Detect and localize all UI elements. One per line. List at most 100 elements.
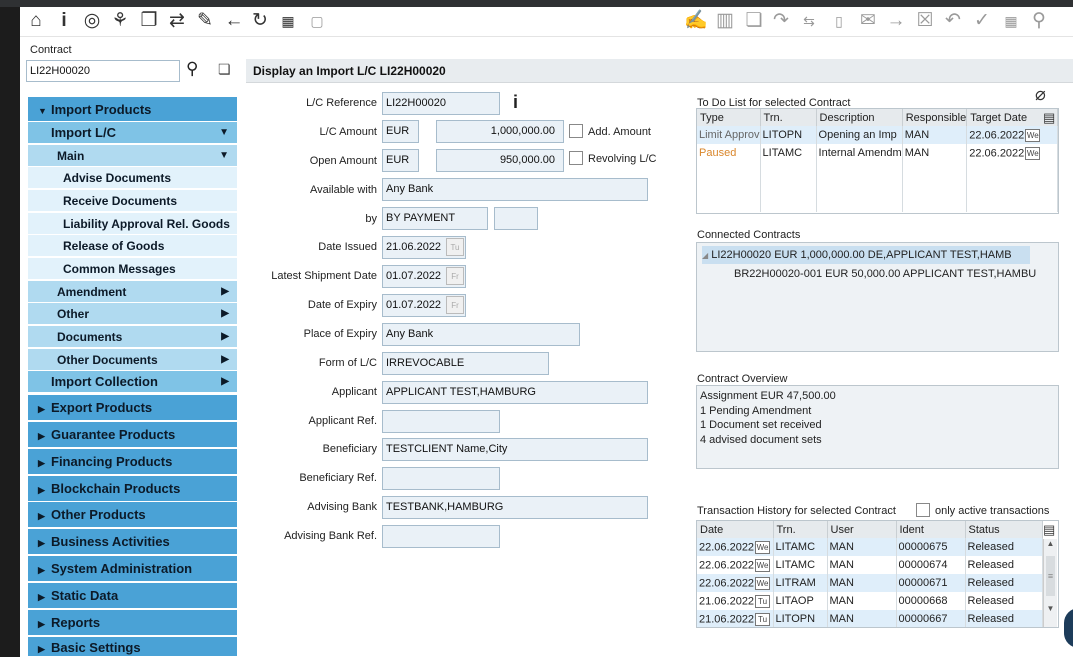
trash-icon[interactable]: ▥: [713, 10, 737, 32]
nav-blockchain-products[interactable]: ▶ Blockchain Products: [28, 476, 237, 502]
history-col-user[interactable]: User: [827, 521, 897, 538]
table-row[interactable]: 21.06.2022 Tu LITOPN MAN 00000667 Release…: [697, 610, 1043, 627]
nav-main[interactable]: Main ▼: [28, 145, 237, 167]
nav-advise-documents[interactable]: Advise Documents: [28, 167, 237, 189]
lc-reference-field[interactable]: LI22H00020: [382, 92, 500, 115]
nav-basic-settings[interactable]: ▶ Basic Settings: [28, 637, 237, 657]
nav-import-lc[interactable]: Import L/C ▼: [28, 122, 237, 144]
table-row[interactable]: Limit Approv LITOPN Opening an Imp MAN 2…: [697, 126, 1058, 144]
nav-system-administration[interactable]: ▶ System Administration: [28, 556, 237, 582]
doc-edit-icon[interactable]: ❏: [742, 10, 766, 32]
revolving-checkbox[interactable]: [569, 151, 583, 165]
history-scrollbar[interactable]: ▲ ≡ ▼: [1043, 539, 1057, 627]
collapse-triangle-icon[interactable]: ◢: [702, 251, 708, 260]
nav-other-documents[interactable]: Other Documents ▶: [28, 349, 237, 371]
flow-icon[interactable]: ⇄: [165, 10, 189, 32]
date-issued-calendar-icon[interactable]: Tu: [446, 238, 464, 256]
scroll-up-icon[interactable]: ▲: [1044, 539, 1057, 548]
todo-col-desc[interactable]: Description: [816, 109, 903, 126]
nav-business-activities[interactable]: ▶ Business Activities: [28, 529, 237, 555]
open-amount-field[interactable]: 950,000.00: [436, 149, 564, 172]
by-extra-field[interactable]: [494, 207, 538, 230]
table-row[interactable]: 22.06.2022 We LITAMC MAN 00000675 Release…: [697, 538, 1043, 556]
nav-reports[interactable]: ▶ Reports: [28, 610, 237, 636]
nav-import-collection[interactable]: Import Collection ▶: [28, 371, 237, 393]
nav-amendment[interactable]: Amendment ▶: [28, 281, 237, 303]
back-arrow-icon[interactable]: ←: [222, 10, 246, 32]
place-expiry-field[interactable]: Any Bank: [382, 323, 580, 346]
edit-icon[interactable]: ✎: [193, 10, 217, 32]
todo-col-resp[interactable]: Responsible: [902, 109, 968, 126]
beneficiary-field[interactable]: TESTCLIENT Name,City: [382, 438, 648, 461]
info-box-icon-right[interactable]: ▯: [827, 10, 851, 32]
history-col-status[interactable]: Status: [965, 521, 1043, 538]
nav-import-products[interactable]: ▼ Import Products: [28, 97, 237, 122]
refresh-icon[interactable]: ↻: [248, 10, 272, 32]
lc-amount-field[interactable]: 1,000,000.00: [436, 120, 564, 143]
calendar-icon-right[interactable]: ▦: [999, 10, 1023, 32]
nav-other-products[interactable]: ▶ Other Products: [28, 502, 237, 528]
latest-shipment-calendar-icon[interactable]: Fr: [446, 267, 464, 285]
calendar-icon: We: [755, 558, 771, 572]
only-active-checkbox[interactable]: [916, 503, 930, 517]
todo-col-trn[interactable]: Trn.: [760, 109, 817, 126]
info-icon[interactable]: i: [52, 10, 76, 32]
nav-other[interactable]: Other ▶: [28, 303, 237, 325]
scroll-thumb[interactable]: ≡: [1046, 556, 1055, 596]
by-field[interactable]: BY PAYMENT: [382, 207, 488, 230]
nav-release-goods[interactable]: Release of Goods: [28, 235, 237, 257]
nav-export-products[interactable]: ▶ Export Products: [28, 395, 237, 421]
todo-col-type[interactable]: Type: [697, 109, 761, 126]
paperclip-icon[interactable]: ⌀: [1035, 84, 1046, 105]
applicant-field[interactable]: APPLICANT TEST,HAMBURG: [382, 381, 648, 404]
info-box-icon[interactable]: ▢: [305, 10, 329, 32]
undo-icon[interactable]: ↶: [941, 10, 965, 32]
swirl-icon[interactable]: ◎: [80, 10, 104, 32]
calendar-icon[interactable]: ▦: [276, 10, 300, 32]
nav-documents[interactable]: Documents ▶: [28, 326, 237, 348]
available-with-field[interactable]: Any Bank: [382, 178, 648, 201]
nav-static-data[interactable]: ▶ Static Data: [28, 583, 237, 609]
book-icon[interactable]: ❐: [137, 10, 161, 32]
tree-node-child[interactable]: BR22H00020-001 EUR 50,000.00 APPLICANT T…: [734, 265, 1052, 283]
edit-doc-icon[interactable]: ✍: [684, 10, 708, 32]
add-amount-checkbox[interactable]: [569, 124, 583, 138]
redo-icon[interactable]: ↷: [769, 10, 793, 32]
swap-icon[interactable]: ⇆: [797, 10, 821, 32]
tree-node-parent[interactable]: ◢ LI22H00020 EUR 1,000,000.00 DE,APPLICA…: [702, 246, 1030, 264]
table-row[interactable]: 22.06.2022 We LITRAM MAN 00000671 Release…: [697, 574, 1043, 592]
table-row[interactable]: 21.06.2022 Tu LITAOP MAN 00000668 Release…: [697, 592, 1043, 610]
applicant-ref-field[interactable]: [382, 410, 500, 433]
forward-icon[interactable]: →: [884, 10, 908, 32]
mail-icon[interactable]: ✉: [856, 10, 880, 32]
table-row[interactable]: Paused LITAMC Internal Amendm MAN 22.06.…: [697, 144, 1058, 162]
contract-search-icon[interactable]: ⚲: [186, 59, 198, 79]
scroll-down-icon[interactable]: ▼: [1044, 604, 1057, 613]
nav-guarantee-products[interactable]: ▶ Guarantee Products: [28, 422, 237, 448]
nav-liability-approval[interactable]: Liability Approval Rel. Goods: [28, 213, 237, 235]
tree-icon[interactable]: ⚘: [108, 10, 132, 32]
nav-common-messages[interactable]: Common Messages: [28, 258, 237, 280]
home-icon[interactable]: ⌂: [24, 10, 48, 32]
history-col-trn[interactable]: Trn.: [773, 521, 828, 538]
close-box-icon[interactable]: ☒: [913, 10, 937, 32]
nav-financing-products[interactable]: ▶ Financing Products: [28, 449, 237, 475]
lc-amount-currency[interactable]: EUR: [382, 120, 419, 143]
search-icon[interactable]: ⚲: [1027, 10, 1051, 32]
date-expiry-calendar-icon[interactable]: Fr: [446, 296, 464, 314]
table-row[interactable]: 22.06.2022 We LITAMC MAN 00000674 Release…: [697, 556, 1043, 574]
beneficiary-ref-field[interactable]: [382, 467, 500, 490]
history-col-ident[interactable]: Ident: [896, 521, 966, 538]
nav-receive-documents[interactable]: Receive Documents: [28, 190, 237, 212]
advising-bank-field[interactable]: TESTBANK,HAMBURG: [382, 496, 648, 519]
contract-input[interactable]: LI22H00020: [26, 60, 180, 82]
contract-doc-icon[interactable]: ❏: [218, 61, 231, 78]
check-icon[interactable]: ✓: [970, 10, 994, 32]
open-amount-currency[interactable]: EUR: [382, 149, 419, 172]
advising-bank-ref-field[interactable]: [382, 525, 500, 548]
history-col-date[interactable]: Date: [697, 521, 774, 538]
lc-info-icon[interactable]: i: [513, 92, 518, 113]
todo-export-icon[interactable]: ▤: [1043, 110, 1055, 126]
form-lc-field[interactable]: IRREVOCABLE: [382, 352, 549, 375]
history-export-icon[interactable]: ▤: [1043, 522, 1055, 538]
